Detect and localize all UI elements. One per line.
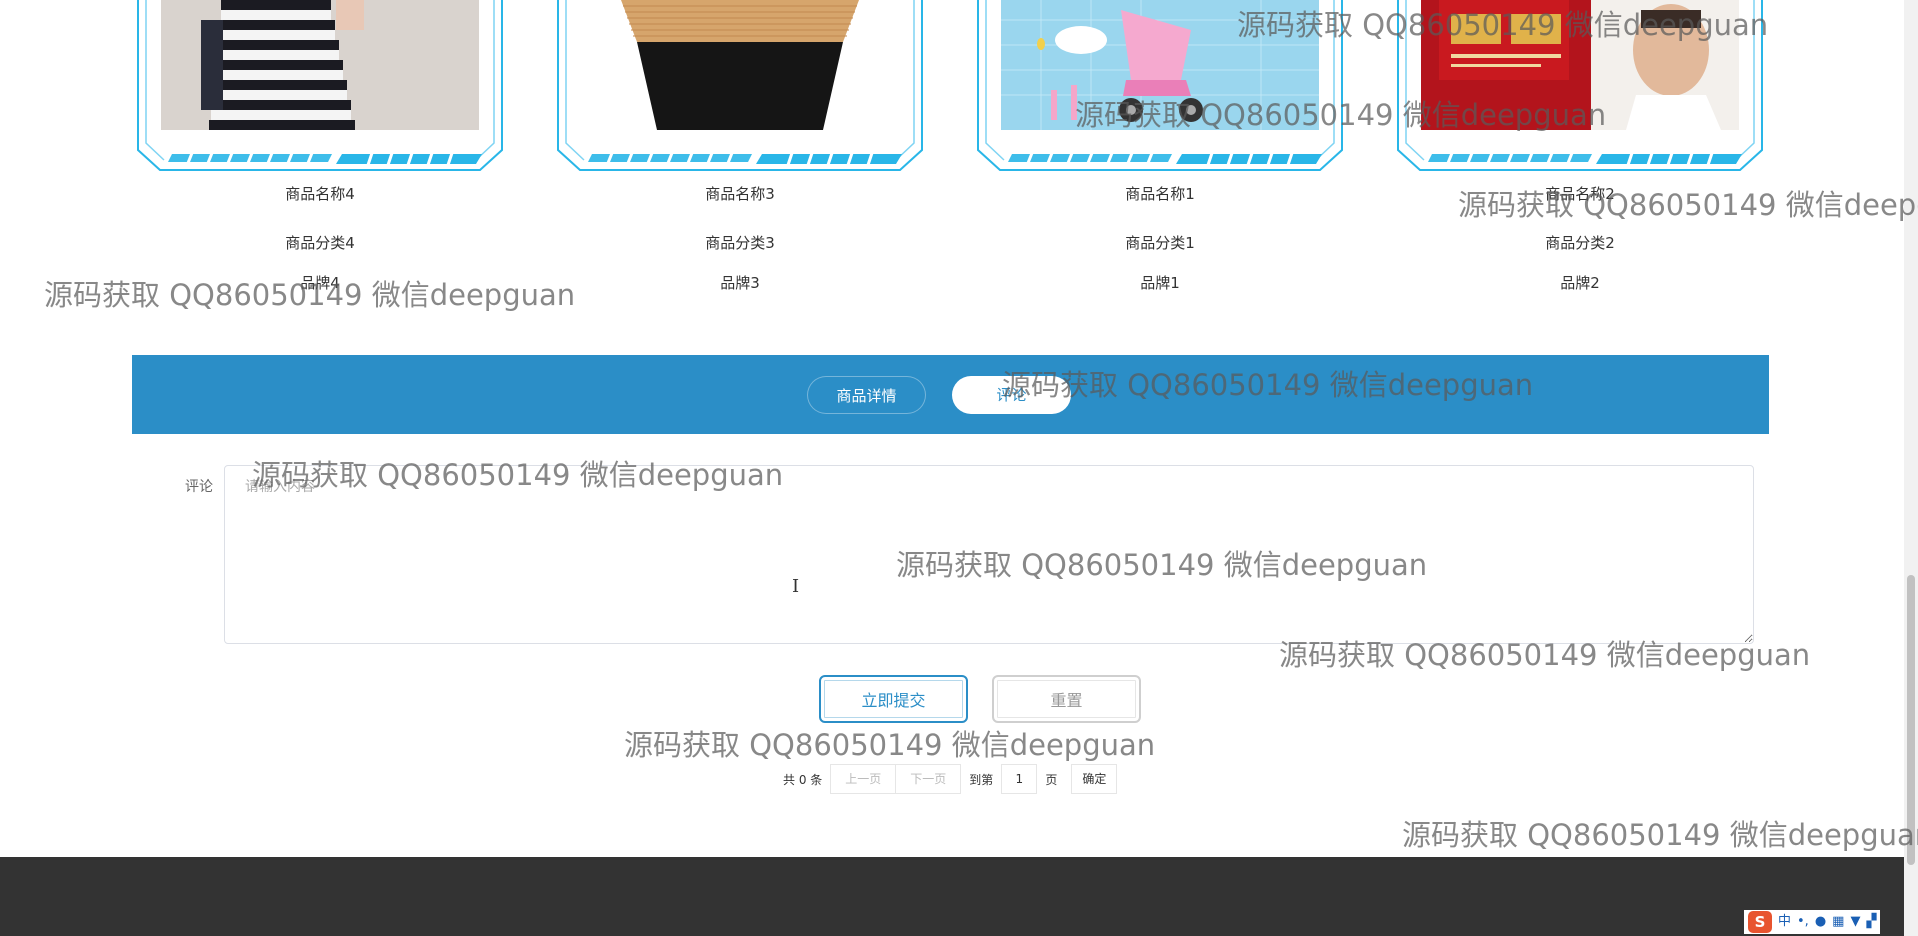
comment-textarea[interactable] [224, 465, 1754, 644]
pagination-total: 共 0 条 [783, 772, 823, 787]
ime-toolbar[interactable]: S 中 •, ● ▦ ▼ ▞ [1744, 910, 1881, 934]
product-name[interactable]: 商品名称4 [132, 183, 508, 206]
product-brand: 品牌1 [1140, 274, 1180, 292]
tab-comment[interactable]: 评论 [952, 376, 1071, 414]
page-number-input[interactable] [1001, 764, 1038, 794]
product-card[interactable]: 商品名称1 商品分类1 品牌1 [972, 0, 1348, 292]
page: 商品名称4 商品分类4 品牌4 商品名称3 商品分类3 品牌3 商品名称1 商品… [0, 0, 1918, 936]
product-category: 商品分类4 [285, 234, 355, 252]
page-scrollbar[interactable] [1904, 0, 1918, 936]
prev-page-button[interactable]: 上一页 [830, 764, 897, 794]
watermark: 源码获取 QQ86050149 微信deepguan [1402, 818, 1918, 852]
product-image[interactable] [581, 0, 899, 130]
ime-punctuation-label[interactable]: •, [1797, 911, 1809, 933]
sogou-logo-icon[interactable]: S [1748, 911, 1772, 933]
submit-button[interactable]: 立即提交 [819, 675, 968, 723]
product-card[interactable]: 商品名称4 商品分类4 品牌4 [132, 0, 508, 292]
pagination: 共 0 条 上一页 下一页 到第 页 确定 [775, 764, 1118, 794]
product-brand: 品牌4 [300, 274, 340, 292]
next-page-button[interactable]: 下一页 [896, 764, 962, 794]
reset-button[interactable]: 重置 [992, 675, 1141, 723]
product-info: 商品名称4 商品分类4 品牌4 [132, 183, 508, 303]
product-category: 商品分类2 [1545, 234, 1615, 252]
page-suffix-label: 页 [1045, 772, 1058, 787]
product-category: 商品分类1 [1125, 234, 1195, 252]
product-image[interactable] [1001, 0, 1319, 130]
product-card[interactable]: 商品名称2 商品分类2 品牌2 [1392, 0, 1768, 292]
product-category: 商品分类3 [705, 234, 775, 252]
ime-mode-label[interactable]: 中 [1778, 911, 1791, 933]
comment-label: 评论 [185, 479, 213, 495]
goto-label: 到第 [969, 772, 994, 787]
text-cursor-icon: I [792, 576, 800, 597]
product-brand: 品牌2 [1560, 274, 1600, 292]
product-image[interactable] [1421, 0, 1739, 130]
product-info: 商品名称3 商品分类3 品牌3 [552, 183, 928, 303]
product-brand: 品牌3 [720, 274, 760, 292]
product-name[interactable]: 商品名称2 [1392, 183, 1768, 206]
product-info: 商品名称1 商品分类1 品牌1 [972, 183, 1348, 303]
toolbox-grid-icon[interactable]: ▞ [1866, 911, 1876, 933]
product-name[interactable]: 商品名称1 [972, 183, 1348, 206]
detail-tab-bar: 商品详情 评论 [132, 355, 1769, 434]
keyboard-icon[interactable]: ▦ [1832, 911, 1844, 933]
microphone-icon[interactable]: ● [1815, 911, 1826, 933]
skin-shirt-icon[interactable]: ▼ [1850, 911, 1860, 933]
tab-product-detail[interactable]: 商品详情 [807, 376, 926, 414]
product-name[interactable]: 商品名称3 [552, 183, 928, 206]
product-image[interactable] [161, 0, 479, 130]
footer [0, 857, 1904, 936]
scrollbar-thumb[interactable] [1907, 575, 1915, 865]
product-card[interactable]: 商品名称3 商品分类3 品牌3 [552, 0, 928, 292]
product-info: 商品名称2 商品分类2 品牌2 [1392, 183, 1768, 303]
goto-confirm-button[interactable]: 确定 [1071, 764, 1118, 794]
watermark: 源码获取 QQ86050149 微信deepguan [624, 728, 1156, 762]
